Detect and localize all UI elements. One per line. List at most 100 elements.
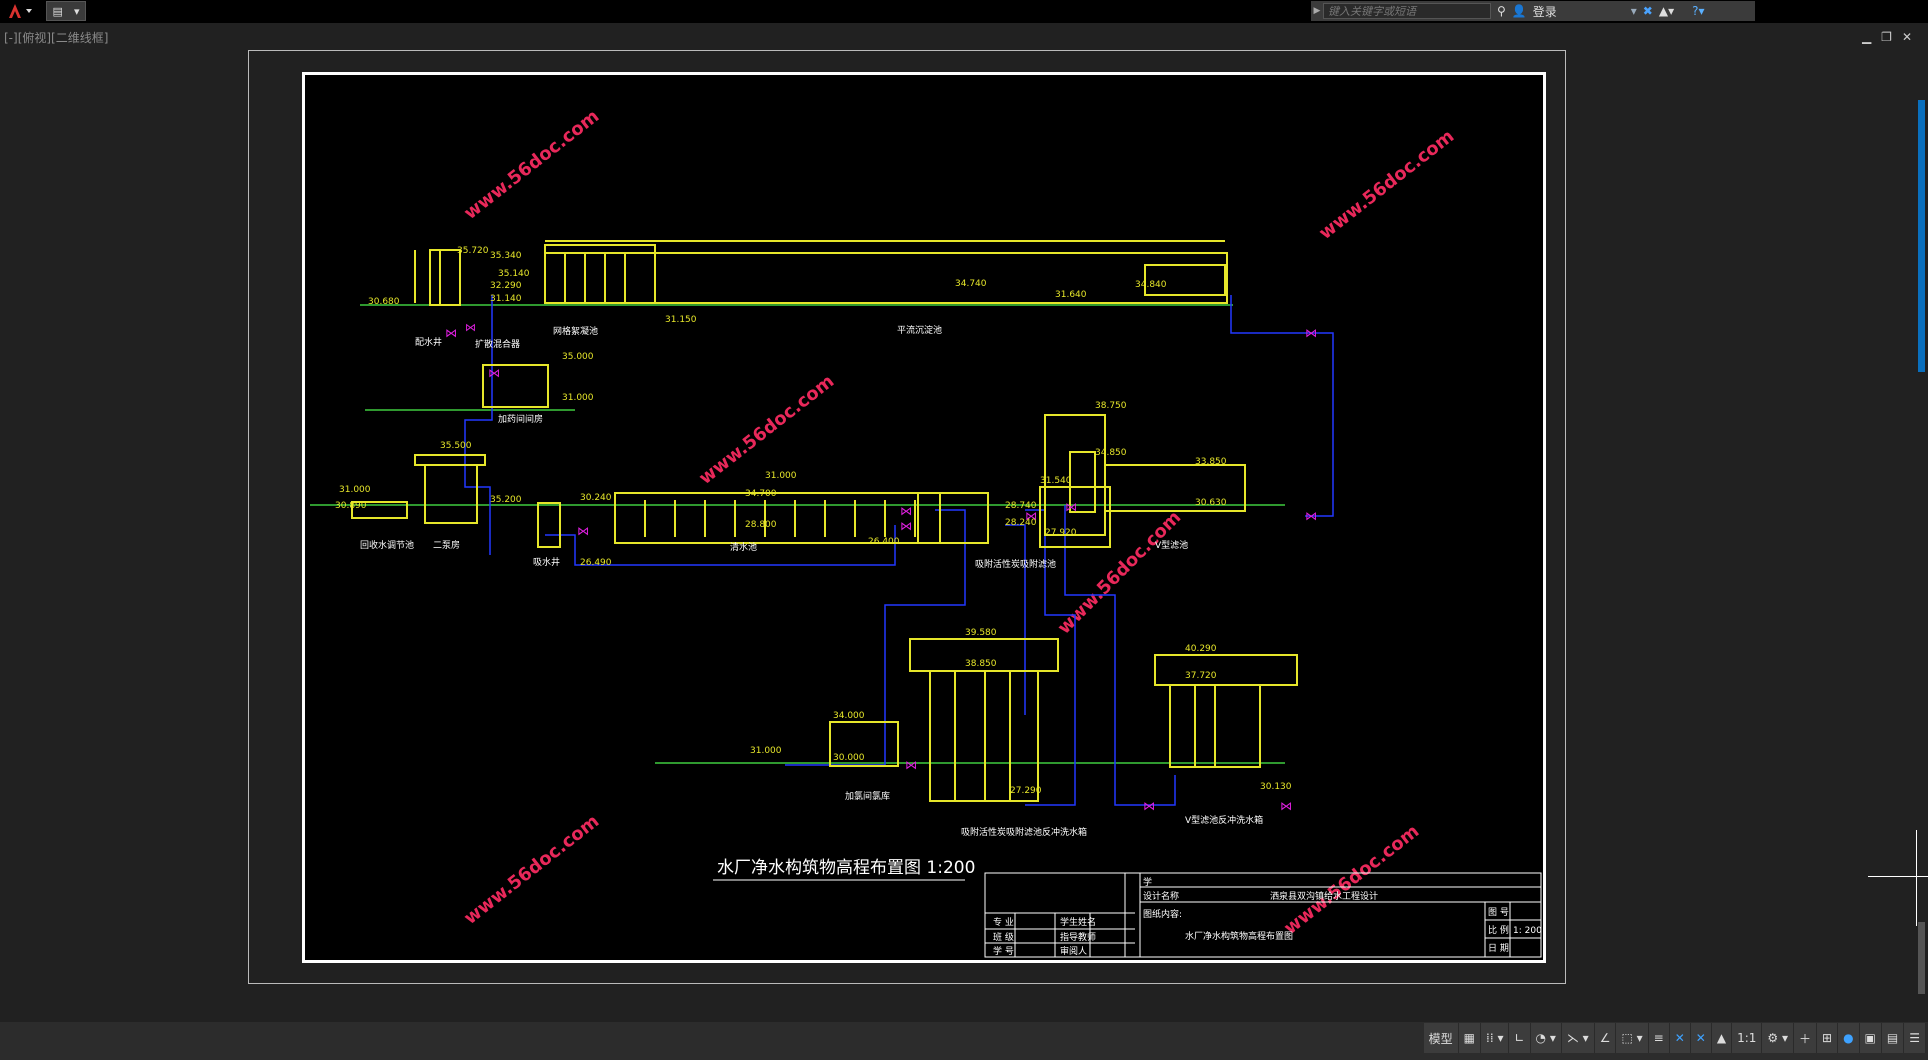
svg-text:30.890: 30.890	[335, 501, 367, 511]
svg-text:回收水调节池: 回收水调节池	[360, 539, 414, 551]
exchange-icon[interactable]: ✖	[1643, 4, 1653, 18]
grid-icon[interactable]: ▦	[1459, 1023, 1481, 1053]
app-menu-button[interactable]	[2, 1, 40, 21]
svg-text:⋈: ⋈	[577, 524, 589, 538]
osnap-icon[interactable]: ⋋ ▾	[1562, 1023, 1595, 1053]
svg-text:26.490: 26.490	[580, 558, 612, 568]
title-bar: ▤ ▾ ▶ ⚲ 👤 登录 ▾ ✖ ▲▾ ?▾	[0, 0, 1928, 23]
svg-text:⋈: ⋈	[1305, 509, 1317, 523]
svg-text:www.56doc.com: www.56doc.com	[1054, 507, 1186, 639]
svg-text:洒泉县双沟镇给水工程设计: 洒泉县双沟镇给水工程设计	[1270, 890, 1378, 902]
search-input[interactable]	[1323, 3, 1491, 19]
svg-text:34.850: 34.850	[1095, 448, 1127, 458]
cursor-crosshair	[1868, 876, 1928, 877]
svg-text:加氯间氯库: 加氯间氯库	[845, 790, 890, 802]
svg-text:38.850: 38.850	[965, 659, 997, 669]
svg-text:35.500: 35.500	[440, 441, 472, 451]
svg-text:⋈: ⋈	[488, 366, 500, 380]
annotation-autoscale-icon[interactable]: ✕	[1691, 1023, 1712, 1053]
svg-text:27.920: 27.920	[1045, 528, 1077, 538]
svg-text:28.240: 28.240	[1005, 518, 1037, 528]
svg-text:30.000: 30.000	[833, 753, 865, 763]
otrack-icon[interactable]: ∠	[1595, 1023, 1617, 1053]
svg-text:平流沉淀池: 平流沉淀池	[897, 324, 942, 336]
svg-text:⋈: ⋈	[1065, 500, 1077, 514]
svg-text:www.56doc.com: www.56doc.com	[460, 106, 603, 224]
annotation-visibility-icon[interactable]: ✕	[1670, 1023, 1691, 1053]
svg-text:吸水井: 吸水井	[533, 556, 560, 568]
snap-icon[interactable]: ⁞⁞ ▾	[1481, 1023, 1510, 1053]
vertical-scrollbar[interactable]	[1918, 100, 1925, 372]
workspace-gear-icon[interactable]: ⚙ ▾	[1762, 1023, 1794, 1053]
svg-text:比 例: 比 例	[1488, 924, 1509, 936]
svg-text:31.000: 31.000	[339, 485, 371, 495]
elevation-labels: 35.720 35.340 30.680 35.140 32.290 31.14…	[335, 246, 1292, 796]
svg-text:日 期: 日 期	[1488, 943, 1509, 954]
svg-text:班 级: 班 级	[993, 931, 1014, 943]
svg-text:37.720: 37.720	[1185, 671, 1217, 681]
plus-icon[interactable]: ＋	[1794, 1023, 1817, 1053]
svg-text:28.800: 28.800	[745, 520, 777, 530]
window-controls: ▁ ❐ ✕	[1862, 30, 1912, 44]
svg-text:www.56doc.com: www.56doc.com	[1315, 126, 1458, 244]
polar-icon[interactable]: ◔ ▾	[1531, 1023, 1562, 1053]
customization-menu-icon[interactable]: ☰	[1904, 1023, 1926, 1053]
svg-text:35.720: 35.720	[457, 246, 489, 256]
svg-text:30.130: 30.130	[1260, 782, 1292, 792]
restore-icon[interactable]: ❐	[1881, 30, 1892, 44]
svg-text:30.630: 30.630	[1195, 498, 1227, 508]
annotation-scale-value[interactable]: 1:1	[1732, 1023, 1763, 1053]
minimize-icon[interactable]: ▁	[1862, 30, 1871, 44]
drawing-canvas[interactable]: www.56doc.com www.56doc.com www.56doc.co…	[302, 72, 1546, 963]
svg-text:水厂净水构筑物高程布置图: 水厂净水构筑物高程布置图	[1185, 930, 1293, 942]
svg-text:清水池: 清水池	[730, 541, 757, 553]
isolate-objects-icon[interactable]: ●	[1838, 1023, 1860, 1053]
status-bar: 模型 ▦ ⁞⁞ ▾ ∟ ◔ ▾ ⋋ ▾ ∠ ⬚ ▾ ≡ ✕ ✕ ▲ 1:1 ⚙ …	[0, 1022, 1928, 1060]
drawing-title: 水厂净水构筑物高程布置图 1:200	[717, 858, 975, 878]
svg-text:网格絮凝池: 网格絮凝池	[553, 325, 598, 337]
ground-lines	[310, 304, 1285, 764]
svg-text:35.340: 35.340	[490, 251, 522, 261]
svg-text:吸附活性炭吸附滤池反冲洗水箱: 吸附活性炭吸附滤池反冲洗水箱	[961, 826, 1087, 838]
lineweight-icon[interactable]: ≡	[1649, 1023, 1670, 1053]
clean-screen-icon[interactable]: ▤	[1882, 1023, 1905, 1053]
svg-text:34.740: 34.740	[955, 279, 987, 289]
svg-text:扩散混合器: 扩散混合器	[475, 338, 520, 350]
svg-text:32.290: 32.290	[490, 281, 522, 291]
viewport-label[interactable]: [-][俯视][二维线框]	[4, 29, 108, 46]
svg-text:图 号: 图 号	[1488, 907, 1509, 918]
model-space-button[interactable]: 模型	[1424, 1023, 1459, 1053]
annotation-scale-icon[interactable]: ▲	[1712, 1023, 1733, 1053]
hardware-acceleration-icon[interactable]: ▣	[1860, 1023, 1882, 1053]
login-link[interactable]: 登录	[1533, 3, 1557, 20]
svg-text:⋈: ⋈	[465, 321, 476, 334]
elevation-drawing: www.56doc.com www.56doc.com www.56doc.co…	[310, 106, 1542, 958]
expand-arrow-icon[interactable]: ▶	[1311, 6, 1323, 16]
binoculars-icon[interactable]: ⚲	[1497, 4, 1506, 18]
help-icon[interactable]: ?▾	[1692, 4, 1704, 18]
scrollbar-track[interactable]	[1918, 922, 1925, 994]
autodesk-icon[interactable]: ▲▾	[1659, 4, 1674, 18]
svg-text:www.56doc.com: www.56doc.com	[1280, 821, 1423, 939]
dropdown-arrow-icon[interactable]: ▾	[1631, 4, 1637, 18]
svg-text:图纸内容:: 图纸内容:	[1143, 908, 1182, 920]
svg-text:30.240: 30.240	[580, 493, 612, 503]
title-block	[984, 872, 1542, 958]
ortho-icon[interactable]: ∟	[1509, 1023, 1531, 1053]
svg-text:www.56doc.com: www.56doc.com	[460, 811, 603, 929]
document-icon: ▤	[52, 4, 63, 18]
ucs-icon[interactable]: ⬚ ▾	[1616, 1023, 1649, 1053]
svg-text:⋈: ⋈	[900, 519, 912, 533]
svg-text:34.840: 34.840	[1135, 280, 1167, 290]
units-icon[interactable]: ⊞	[1817, 1023, 1839, 1053]
svg-text:30.680: 30.680	[368, 297, 400, 307]
quick-access-toolbar[interactable]: ▤ ▾	[46, 1, 86, 21]
svg-text:26.400: 26.400	[868, 537, 900, 547]
svg-text:学: 学	[1143, 876, 1152, 888]
svg-text:⋈: ⋈	[1280, 799, 1292, 813]
dropdown-arrow-icon: ▾	[73, 4, 80, 18]
svg-text:27.290: 27.290	[1010, 786, 1042, 796]
close-icon[interactable]: ✕	[1902, 30, 1912, 44]
svg-text:39.580: 39.580	[965, 628, 997, 638]
svg-text:28.740: 28.740	[1005, 501, 1037, 511]
